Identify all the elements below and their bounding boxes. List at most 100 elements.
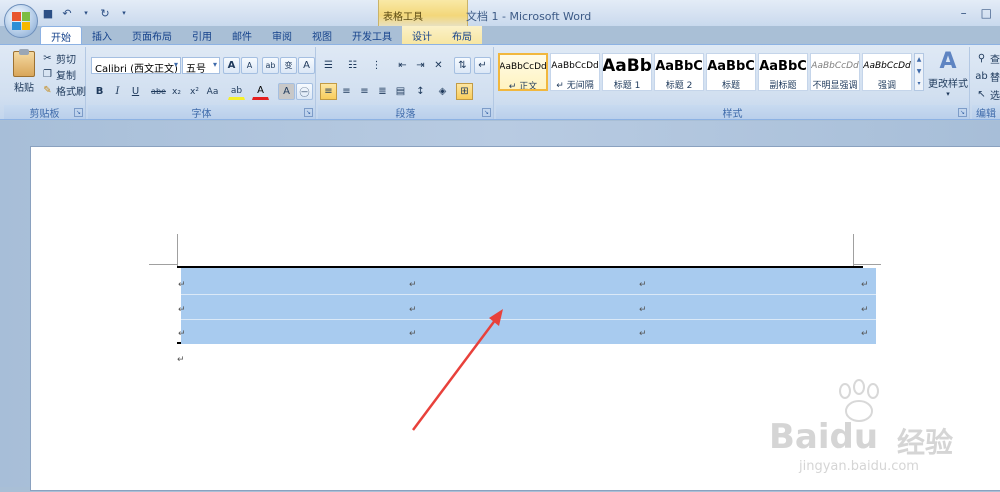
office-logo-icon xyxy=(12,12,30,30)
change-styles-button[interactable]: A 更改样式 ▾ xyxy=(926,49,970,98)
tab-insert[interactable]: 插入 xyxy=(82,26,122,44)
multilevel-list-icon[interactable]: ⋮ xyxy=(368,57,385,74)
chevron-down-icon: ▾ xyxy=(946,90,950,98)
tab-references[interactable]: 引用 xyxy=(182,26,222,44)
style-no-spacing[interactable]: AaBbCcDd ↵ 无间隔 xyxy=(550,53,600,91)
justify-icon[interactable]: ≣ xyxy=(374,83,391,100)
style-heading-1[interactable]: AaBb 标题 1 xyxy=(602,53,652,91)
font-name-combo[interactable]: Calibri (西文正文) ▾ xyxy=(91,57,181,74)
style-sample: AaBbCcDd xyxy=(863,61,911,71)
office-button[interactable] xyxy=(4,4,38,38)
style-sample: AaBbC xyxy=(759,58,807,74)
find-label: 查 xyxy=(990,55,1000,66)
style-subtitle[interactable]: AaBbC 副标题 xyxy=(758,53,808,91)
style-sample: AaBbCcDd xyxy=(499,62,547,72)
sort-icon[interactable]: ⇅ xyxy=(454,57,471,74)
strikethrough-button[interactable]: abe xyxy=(150,83,167,100)
select-button[interactable]: ↖ 选 xyxy=(976,87,1000,102)
redo-icon[interactable]: ↻ xyxy=(97,6,113,20)
style-subtle-emphasis[interactable]: AaBbCcDd 不明显强调 xyxy=(810,53,860,91)
borders-icon[interactable]: ⊞ xyxy=(456,83,473,100)
tab-page-layout[interactable]: 页面布局 xyxy=(122,26,182,44)
editing-group: ⚲ 查 ab 替 ↖ 选 编辑 xyxy=(972,47,1000,120)
gallery-more-icon[interactable]: ▾ xyxy=(915,78,923,90)
tab-view[interactable]: 视图 xyxy=(302,26,342,44)
shrink-font-button[interactable]: A xyxy=(241,57,258,74)
scroll-down-icon[interactable]: ▼ xyxy=(915,66,923,78)
subscript-button[interactable]: x₂ xyxy=(168,83,185,100)
tab-developer[interactable]: 开发工具 xyxy=(342,26,402,44)
change-case-button[interactable]: Aa xyxy=(204,83,221,100)
char-border-icon[interactable]: A xyxy=(298,57,315,74)
font-size-combo[interactable]: 五号 ▾ xyxy=(182,57,220,74)
highlight-icon[interactable]: ab xyxy=(228,83,245,100)
tab-home[interactable]: 开始 xyxy=(40,26,82,44)
styles-group-label: 样式 xyxy=(496,105,969,120)
show-marks-icon[interactable]: ↵ xyxy=(474,57,491,74)
replace-button[interactable]: ab 替 xyxy=(975,69,1000,84)
paste-button[interactable]: 粘贴 xyxy=(10,49,38,94)
style-name: 不明显强调 xyxy=(812,81,858,91)
undo-icon[interactable]: ↶ xyxy=(59,6,75,20)
paragraph-launcher-icon[interactable]: ↘ xyxy=(482,108,491,117)
ribbon-tabs: 开始 插入 页面布局 引用 邮件 审阅 视图 开发工具 设计 布局 xyxy=(40,26,482,44)
style-heading-2[interactable]: AaBbC 标题 2 xyxy=(654,53,704,91)
scroll-up-icon[interactable]: ▲ xyxy=(915,54,923,66)
font-color-button[interactable]: A xyxy=(252,83,269,100)
paragraph-group: ☰ ☷ ⋮ ⇤ ⇥ ✕ ⇅ ↵ ≡ ≡ ≡ ≣ ▤ ↕ ◈ ⊞ 段落 ↘ xyxy=(318,47,494,120)
numbering-icon[interactable]: ☷ xyxy=(344,57,361,74)
tab-review[interactable]: 审阅 xyxy=(262,26,302,44)
ribbon: 粘贴 ✂ 剪切 ❐ 复制 ✎ 格式刷 剪贴板 ↘ Calibri (西文正文) ▾ 五号… xyxy=(0,44,1000,120)
save-icon[interactable]: ■ xyxy=(40,6,56,20)
format-painter-button[interactable]: ✎ 格式刷 xyxy=(42,83,86,98)
style-normal[interactable]: AaBbCcDd ↵ 正文 xyxy=(498,53,548,91)
italic-button[interactable]: I xyxy=(109,83,126,100)
paragraph-group-label: 段落 xyxy=(318,105,493,120)
style-name: 标题 2 xyxy=(665,81,693,91)
styles-gallery-scroll[interactable]: ▲ ▼ ▾ xyxy=(914,53,924,91)
cut-button[interactable]: ✂ 剪切 xyxy=(42,51,86,66)
select-label: 选 xyxy=(990,91,1000,102)
align-left-icon[interactable]: ≡ xyxy=(320,83,337,100)
undo-dropdown-icon[interactable]: ▾ xyxy=(78,6,94,20)
tab-design[interactable]: 设计 xyxy=(402,26,442,44)
align-center-icon[interactable]: ≡ xyxy=(338,83,355,100)
bullets-icon[interactable]: ☰ xyxy=(320,57,337,74)
increase-indent-icon[interactable]: ⇥ xyxy=(412,57,429,74)
document-workspace: ↵ ↵ ↵ ↵ ↵ ↵ ↵ ↵ ↵ ↵ ↵ ↵ ↵ Baidu 经验 jingy… xyxy=(0,121,1000,491)
font-name-value: Calibri (西文正文) xyxy=(95,64,178,74)
bold-button[interactable]: B xyxy=(91,83,108,100)
brush-icon: ✎ xyxy=(43,85,52,96)
align-right-icon[interactable]: ≡ xyxy=(356,83,373,100)
superscript-button[interactable]: x² xyxy=(186,83,203,100)
customize-qat-icon[interactable]: ▾ xyxy=(116,6,132,20)
enclose-char-icon[interactable]: ㊀ xyxy=(296,83,313,100)
replace-label: 替 xyxy=(990,73,1000,84)
underline-button[interactable]: U xyxy=(127,83,144,100)
tab-layout[interactable]: 布局 xyxy=(442,26,482,44)
clipboard-launcher-icon[interactable]: ↘ xyxy=(74,108,83,117)
copy-button[interactable]: ❐ 复制 xyxy=(42,67,86,82)
line-spacing-icon[interactable]: ↕ xyxy=(412,83,429,100)
style-name: 强调 xyxy=(877,81,896,91)
grow-font-button[interactable]: A xyxy=(223,57,240,74)
style-name: 标题 1 xyxy=(613,81,641,91)
chinese-layout-icon[interactable]: ✕ xyxy=(430,57,447,74)
phonetic-guide-icon[interactable]: ab xyxy=(262,57,279,74)
minimize-button[interactable]: – xyxy=(961,6,967,20)
style-title[interactable]: AaBbC 标题 xyxy=(706,53,756,91)
distribute-icon[interactable]: ▤ xyxy=(392,83,409,100)
shading-icon[interactable]: ◈ xyxy=(434,83,451,100)
style-emphasis[interactable]: AaBbCcDd 强调 xyxy=(862,53,912,91)
document-title: 文档 1 - Microsoft Word xyxy=(466,10,592,23)
document-page[interactable]: ↵ ↵ ↵ ↵ ↵ ↵ ↵ ↵ ↵ ↵ ↵ ↵ ↵ Baidu 经验 jingy… xyxy=(30,146,1000,491)
font-launcher-icon[interactable]: ↘ xyxy=(304,108,313,117)
find-button[interactable]: ⚲ 查 xyxy=(976,51,1000,66)
decrease-indent-icon[interactable]: ⇤ xyxy=(394,57,411,74)
restore-button[interactable]: □ xyxy=(981,6,992,20)
clear-format-icon[interactable]: 变 xyxy=(280,57,297,74)
copy-label: 复制 xyxy=(56,71,76,82)
tab-mailings[interactable]: 邮件 xyxy=(222,26,262,44)
char-shading-button[interactable]: A xyxy=(278,83,295,100)
styles-launcher-icon[interactable]: ↘ xyxy=(958,108,967,117)
